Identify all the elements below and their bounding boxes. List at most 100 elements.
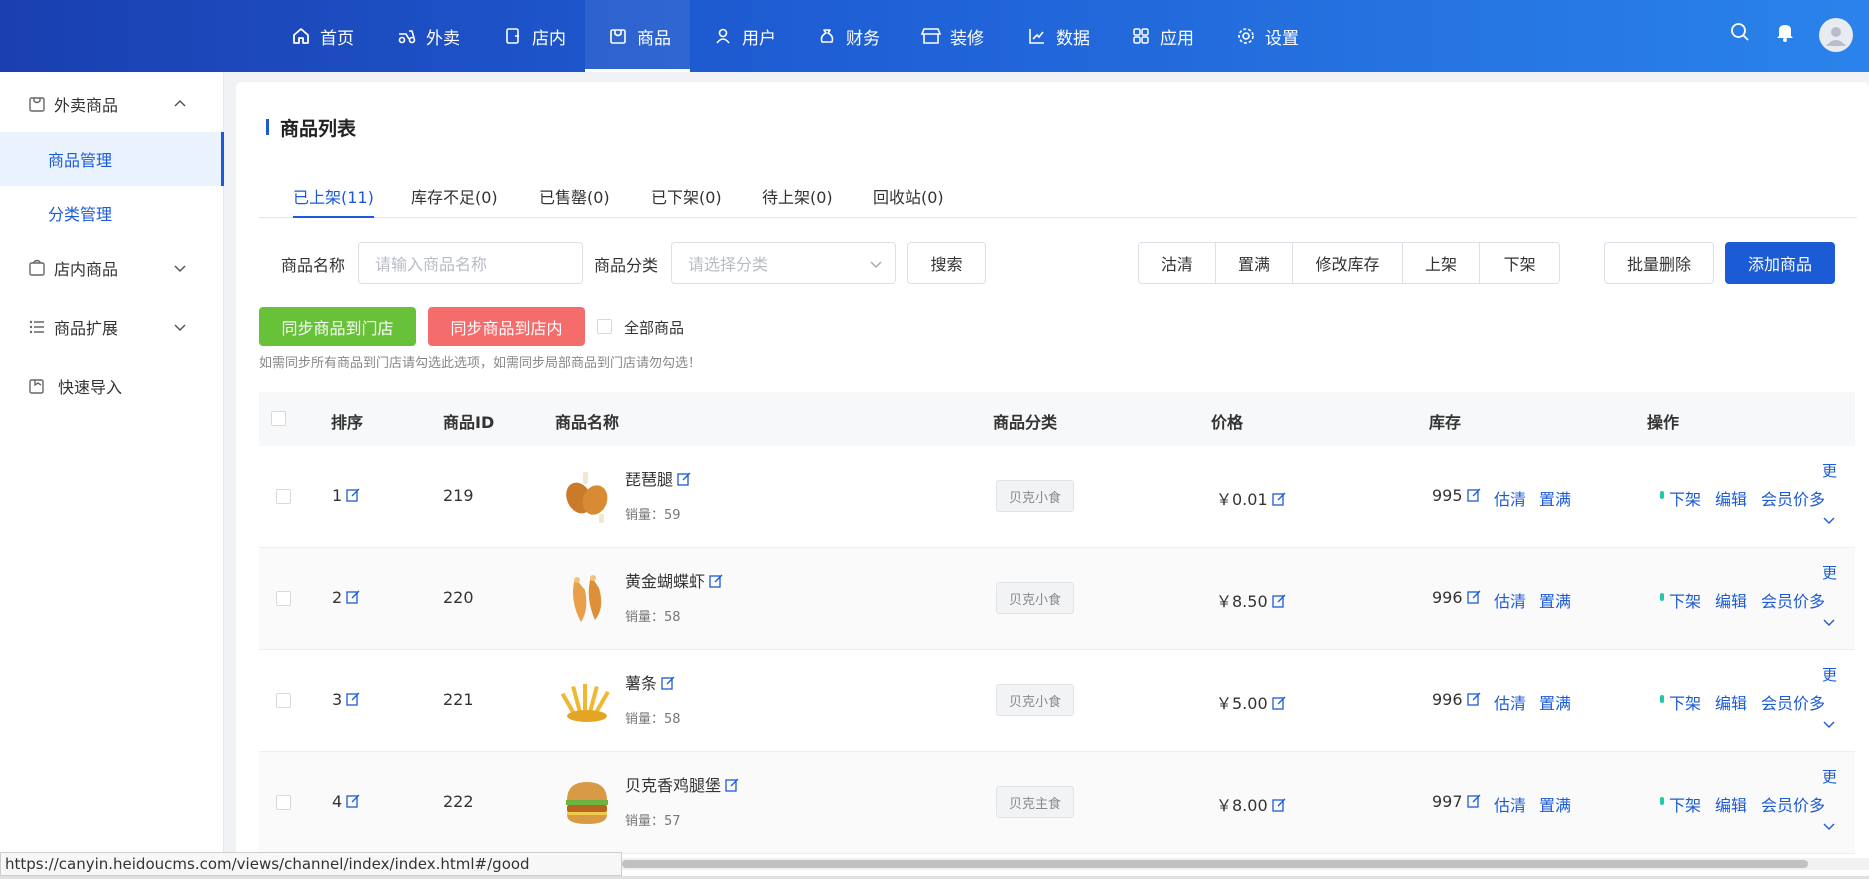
edit-icon[interactable] [1466,691,1481,706]
batch-delete-button[interactable]: 批量删除 [1604,242,1714,284]
row-checkbox[interactable] [276,795,291,810]
col-header-stock: 库存 [1429,413,1462,432]
sidebar-group-goods-extension[interactable]: 商品扩展 [0,299,224,355]
member-price-link[interactable]: 会员价多 [1761,588,1825,612]
edit-link[interactable]: 编辑 [1715,486,1747,510]
chevron-down-icon[interactable] [1822,614,1836,628]
chevron-down-icon[interactable] [1822,512,1836,526]
bell-icon[interactable] [1773,20,1797,44]
off-shelf-link[interactable]: 下架 [1669,588,1701,612]
edit-icon[interactable] [346,691,360,706]
sync-to-store-button[interactable]: 同步商品到门店 [259,307,416,346]
clear-stock-link[interactable]: 估清 [1494,486,1526,510]
nav-label: 装修 [950,28,984,49]
row-checkbox[interactable] [276,591,291,606]
nav-item-takeout[interactable]: 外卖 [396,0,460,72]
input-placeholder: 请输入商品名称 [375,255,488,274]
nav-item-users[interactable]: 用户 [712,0,776,72]
stock-cell: 996 [1432,588,1481,607]
sidebar-item-goods-manage[interactable]: 商品管理 [0,132,224,186]
nav-item-home[interactable]: 首页 [290,0,354,72]
edit-icon[interactable] [1466,487,1481,502]
fill-stock-link[interactable]: 置满 [1539,792,1571,816]
edit-link[interactable]: 编辑 [1715,588,1747,612]
chevron-down-icon[interactable] [1822,818,1836,832]
nav-item-finance[interactable]: 财务 [816,0,880,72]
sidebar-group-takeout-goods[interactable]: 外卖商品 [0,76,224,132]
horizontal-scrollbar[interactable] [622,858,1869,870]
fill-stock-link[interactable]: 置满 [1539,588,1571,612]
more-link[interactable]: 更 [1822,766,1837,787]
all-products-checkbox[interactable] [597,319,612,334]
nav-item-apps[interactable]: 应用 [1130,0,1194,72]
edit-icon[interactable] [661,675,675,690]
tab-low-stock[interactable]: 库存不足(0) [411,184,498,218]
nav-item-data[interactable]: 数据 [1026,0,1090,72]
status-bar-url: https://canyin.heidoucms.com/views/chann… [0,852,622,876]
nav-item-instore[interactable]: 店内 [502,0,566,72]
fill-stock-link[interactable]: 置满 [1539,486,1571,510]
sidebar-group-quick-import[interactable]: 快速导入 [0,358,224,414]
edit-link[interactable]: 编辑 [1715,792,1747,816]
more-link[interactable]: 更 [1822,664,1837,685]
sidebar-item-category-manage[interactable]: 分类管理 [0,186,224,240]
row-checkbox[interactable] [276,693,291,708]
edit-icon[interactable] [346,589,360,604]
tab-on-shelf[interactable]: 已上架(11) [293,184,374,218]
edit-icon[interactable] [677,471,691,486]
clear-stock-link[interactable]: 估清 [1494,792,1526,816]
put-on-shelf-button[interactable]: 上架 [1403,243,1481,283]
edit-icon[interactable] [725,777,739,792]
select-all-checkbox[interactable] [271,411,286,426]
avatar[interactable] [1819,18,1853,52]
price-value: ￥0.01 [1216,490,1268,509]
sort-cell: 3 [332,690,360,709]
sidebar-group-instore-goods[interactable]: 店内商品 [0,240,224,296]
scrollbar-thumb[interactable] [622,860,1808,868]
edit-icon[interactable] [346,793,360,808]
off-shelf-link[interactable]: 下架 [1669,792,1701,816]
edit-icon[interactable] [1466,589,1481,604]
member-price-link[interactable]: 会员价多 [1761,690,1825,714]
more-link[interactable]: 更 [1822,460,1837,481]
product-name-input[interactable]: 请输入商品名称 [358,242,583,284]
edit-icon[interactable] [346,487,360,502]
more-link[interactable]: 更 [1822,562,1837,583]
edit-icon[interactable] [1466,793,1481,808]
fill-stock-button[interactable]: 置满 [1216,243,1294,283]
member-price-link[interactable]: 会员价多 [1761,792,1825,816]
nav-item-decor[interactable]: 装修 [920,0,984,72]
member-price-link[interactable]: 会员价多 [1761,486,1825,510]
fill-stock-link[interactable]: 置满 [1539,690,1571,714]
tab-recycle-bin[interactable]: 回收站(0) [873,184,944,218]
search-icon[interactable] [1728,20,1752,44]
edit-icon[interactable] [1271,797,1286,812]
take-off-shelf-button[interactable]: 下架 [1480,243,1559,283]
sync-to-instore-button[interactable]: 同步商品到店内 [428,307,585,346]
nav-item-goods[interactable]: 商品 [585,0,690,72]
clear-stock-button[interactable]: 沽清 [1139,243,1216,283]
add-product-button[interactable]: 添加商品 [1725,242,1835,284]
off-shelf-link[interactable]: 下架 [1669,690,1701,714]
nav-item-settings[interactable]: 设置 [1235,0,1299,72]
edit-link[interactable]: 编辑 [1715,690,1747,714]
edit-icon[interactable] [1271,491,1286,506]
edit-icon[interactable] [1271,695,1286,710]
price-cell: ￥8.50 [1216,588,1286,612]
edit-icon[interactable] [1271,593,1286,608]
tab-sold-out[interactable]: 已售罄(0) [539,184,610,218]
row-checkbox[interactable] [276,489,291,504]
off-shelf-link[interactable]: 下架 [1669,486,1701,510]
tab-off-shelf[interactable]: 已下架(0) [651,184,722,218]
edit-icon[interactable] [709,573,723,588]
category-select[interactable]: 请选择分类 [671,242,896,284]
nav-label: 外卖 [426,28,460,49]
edit-stock-button[interactable]: 修改库存 [1293,243,1403,283]
search-button[interactable]: 搜索 [907,242,986,284]
goods-icon [607,25,629,47]
clear-stock-link[interactable]: 估清 [1494,588,1526,612]
page-title: 商品列表 [266,115,356,140]
clear-stock-link[interactable]: 估清 [1494,690,1526,714]
chevron-down-icon[interactable] [1822,716,1836,730]
tab-pending[interactable]: 待上架(0) [762,184,833,218]
